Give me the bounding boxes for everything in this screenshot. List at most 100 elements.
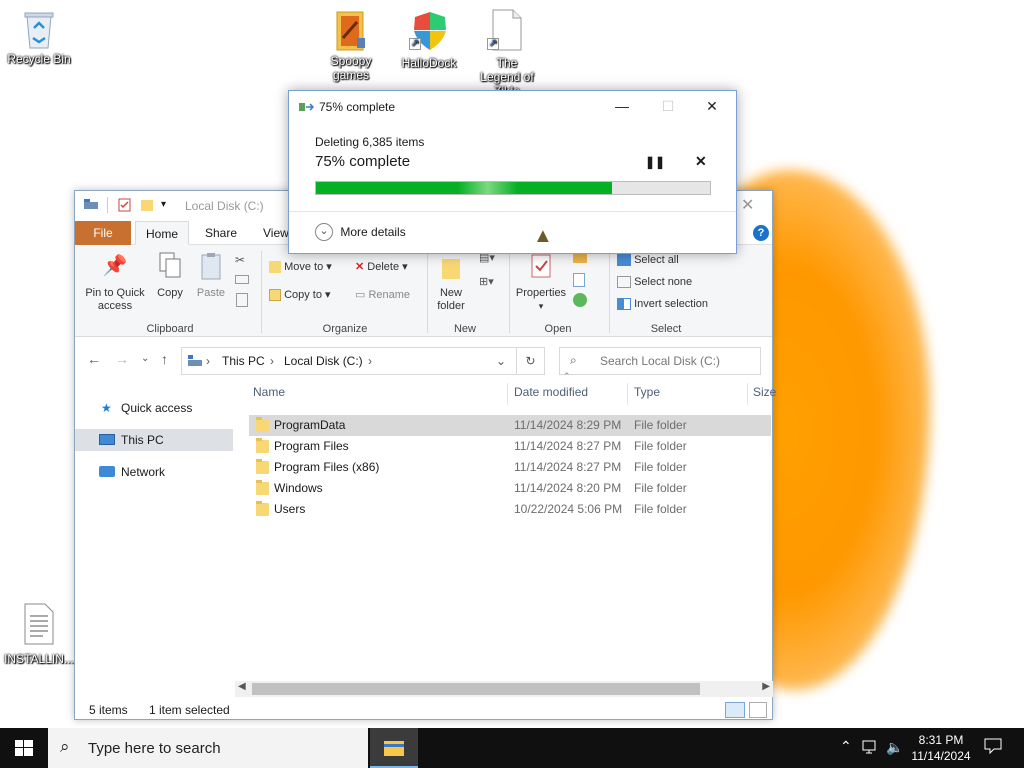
breadcrumb-this-pc[interactable]: This PC: [222, 354, 265, 368]
help-icon[interactable]: ?: [753, 225, 769, 241]
address-dropdown-icon[interactable]: ⌄: [496, 354, 506, 368]
desktop-icon-legend-of-zilda[interactable]: ↗ The Legend of Zilda: [471, 8, 543, 98]
file-name: Windows: [274, 481, 323, 495]
select-none-button[interactable]: Select none: [617, 276, 692, 289]
close-icon[interactable]: ✕: [697, 95, 727, 117]
new-folder-button[interactable]: New folder: [429, 251, 473, 313]
easy-access-icon[interactable]: ⊞▾: [479, 275, 494, 288]
volume-icon[interactable]: 🔈: [886, 739, 903, 768]
invert-selection-button[interactable]: Invert selection: [617, 298, 708, 311]
forward-icon[interactable]: →: [115, 351, 129, 367]
customize-quick-access-icon[interactable]: ▾: [161, 197, 177, 213]
file-type: File folder: [634, 481, 687, 495]
column-header-size[interactable]: Size: [753, 377, 776, 407]
properties-dropdown-icon[interactable]: ▾: [511, 300, 571, 313]
address-bar[interactable]: › This PC › Local Disk (C:) › ⌄: [181, 347, 517, 375]
history-icon[interactable]: [573, 293, 587, 307]
nav-item-network[interactable]: Network: [75, 461, 233, 483]
recent-locations-icon[interactable]: ⌄: [141, 353, 149, 364]
copy-to-label: Copy to: [284, 289, 322, 301]
table-row[interactable]: ProgramData 11/14/2024 8:29 PM File fold…: [249, 415, 771, 436]
paste-label: Paste: [196, 287, 226, 299]
folder-icon: [331, 8, 371, 51]
column-header-date[interactable]: Date modified: [514, 377, 588, 407]
horizontal-scrollbar[interactable]: ◀ ▶: [235, 681, 773, 697]
copy-button[interactable]: Copy: [153, 251, 187, 300]
ribbon-separator: [261, 251, 262, 333]
clock[interactable]: 8:31 PM 11/14/2024: [906, 732, 976, 768]
copy-label: Copy: [157, 287, 183, 299]
file-name: Program Files (x86): [274, 460, 380, 474]
new-folder-quick-icon[interactable]: [139, 197, 155, 213]
copy-progress-icon: [299, 101, 315, 116]
minimize-icon[interactable]: —: [607, 95, 637, 117]
tab-file[interactable]: File: [75, 221, 131, 245]
details-view-icon[interactable]: [725, 702, 745, 718]
desktop-icon-spoopy-games[interactable]: Spoopy games: [315, 8, 387, 82]
group-label-select: Select: [650, 323, 682, 335]
shortcut-arrow-icon: ↗: [409, 38, 421, 50]
new-folder-icon: [429, 251, 473, 287]
column-header-type[interactable]: Type: [634, 377, 660, 407]
search-icon: ⌕: [570, 353, 577, 367]
move-to-button[interactable]: Move to ▾: [269, 261, 332, 274]
breadcrumb-chevron-icon[interactable]: ›: [368, 354, 372, 368]
breadcrumb-chevron-icon[interactable]: ›: [270, 354, 274, 368]
search-placeholder: Search Local Disk (C:): [600, 354, 721, 368]
edit-icon[interactable]: [573, 273, 585, 287]
delete-progress-dialog[interactable]: 75% complete — ☐ ✕ Deleting 6,385 items …: [288, 90, 737, 254]
table-row[interactable]: Program Files 11/14/2024 8:27 PM File fo…: [249, 436, 771, 457]
taskbar-search-placeholder: Type here to search: [88, 740, 221, 757]
delete-button[interactable]: ✕ Delete ▾: [355, 261, 408, 274]
copy-to-button[interactable]: Copy to ▾: [269, 289, 331, 302]
select-all-icon: [617, 254, 631, 267]
paste-shortcut-icon[interactable]: [236, 293, 248, 307]
more-details-button[interactable]: ⌄ More details: [315, 223, 406, 241]
close-icon[interactable]: ✕: [741, 195, 754, 215]
scrollbar-thumb[interactable]: [252, 683, 700, 695]
breadcrumb-local-disk[interactable]: Local Disk (C:): [284, 354, 363, 368]
search-input[interactable]: ⌕ Search Local Disk (C:): [559, 347, 761, 375]
text-file-icon: [19, 602, 59, 645]
file-type: File folder: [634, 460, 687, 474]
back-icon[interactable]: ←: [87, 351, 101, 367]
file-type: File folder: [634, 439, 687, 453]
pause-icon[interactable]: ❚❚: [645, 155, 665, 169]
rename-button[interactable]: ▭ Rename: [355, 289, 410, 302]
pin-quick-access-button[interactable]: 📌 Pin to Quick access: [79, 251, 151, 313]
tab-share[interactable]: Share: [195, 221, 247, 245]
copy-path-icon[interactable]: [235, 275, 249, 284]
taskbar-file-explorer-button[interactable]: [370, 728, 418, 768]
chevron-up-icon[interactable]: ⌃: [840, 738, 852, 768]
properties-button[interactable]: Properties ▾: [511, 251, 571, 313]
table-row[interactable]: Windows 11/14/2024 8:20 PM File folder: [249, 478, 771, 499]
file-name: ProgramData: [274, 418, 346, 432]
refresh-button[interactable]: ↻: [517, 347, 545, 375]
select-all-button[interactable]: Select all: [617, 254, 679, 267]
breadcrumb-chevron-icon[interactable]: ›: [206, 354, 210, 368]
file-explorer-window[interactable]: ▾ Local Disk (C:) ✕ File Home Share View…: [74, 190, 776, 720]
large-icons-view-icon[interactable]: [749, 702, 767, 718]
taskbar-search-input[interactable]: ⌕ Type here to search: [48, 728, 368, 768]
folder-icon: [256, 417, 269, 432]
nav-item-this-pc[interactable]: This PC: [75, 429, 233, 451]
column-header-name[interactable]: Name: [253, 377, 285, 407]
cut-icon[interactable]: ✂: [235, 253, 245, 267]
table-row[interactable]: Users 10/22/2024 5:06 PM File folder: [249, 499, 771, 520]
cancel-icon[interactable]: ✕: [695, 153, 707, 170]
network-status-icon[interactable]: [862, 740, 878, 768]
scroll-right-icon[interactable]: ▶: [762, 681, 770, 692]
properties-check-icon[interactable]: [117, 197, 133, 213]
windows-start-icon[interactable]: [15, 740, 33, 759]
scroll-left-icon[interactable]: ◀: [238, 681, 246, 692]
nav-item-quick-access[interactable]: ★ Quick access: [75, 397, 233, 419]
table-row[interactable]: Program Files (x86) 11/14/2024 8:27 PM F…: [249, 457, 771, 478]
item-count: 5 items: [89, 703, 128, 717]
desktop-icon-installin[interactable]: INSTALLIN...: [3, 602, 75, 666]
tab-home[interactable]: Home: [135, 221, 190, 245]
dialog-progress-text: 75% complete: [315, 153, 411, 170]
up-icon[interactable]: ↑: [161, 351, 168, 367]
notifications-icon[interactable]: [984, 738, 1002, 768]
desktop-icon-hallodock[interactable]: ↗ HalloDock: [393, 8, 465, 70]
desktop-icon-recycle-bin[interactable]: Recycle Bin: [3, 8, 75, 66]
